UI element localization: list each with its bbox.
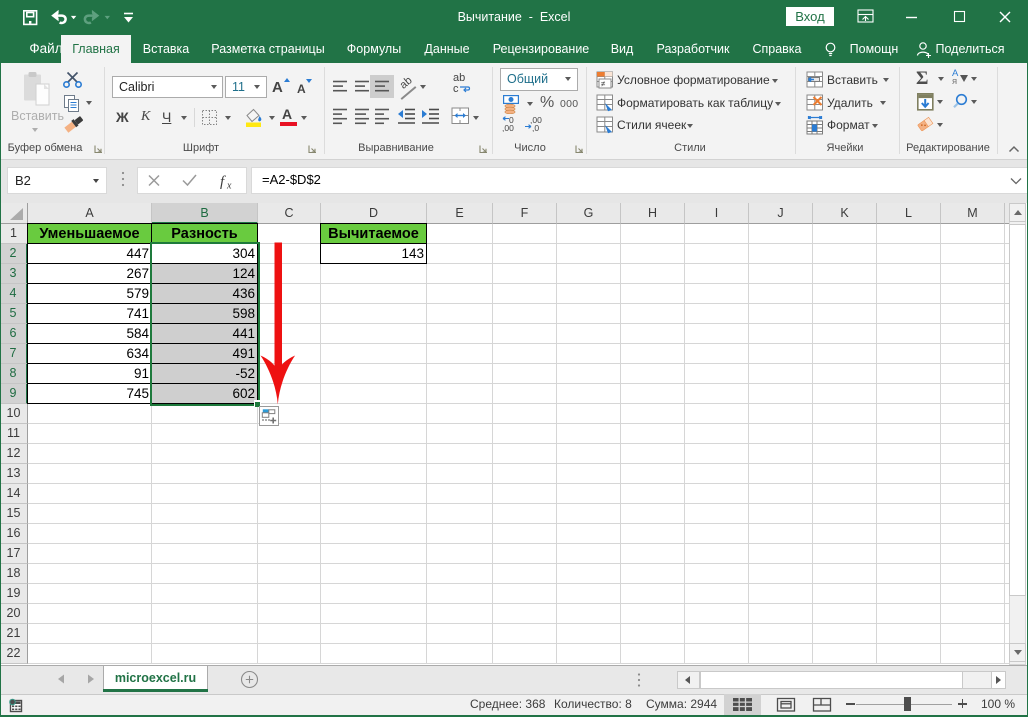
svg-text:≠: ≠	[601, 80, 606, 89]
svg-text:,00: ,00	[502, 123, 514, 133]
svg-text:x: x	[226, 181, 232, 192]
svg-text:f: f	[220, 174, 226, 190]
svg-text:,0: ,0	[532, 123, 539, 133]
